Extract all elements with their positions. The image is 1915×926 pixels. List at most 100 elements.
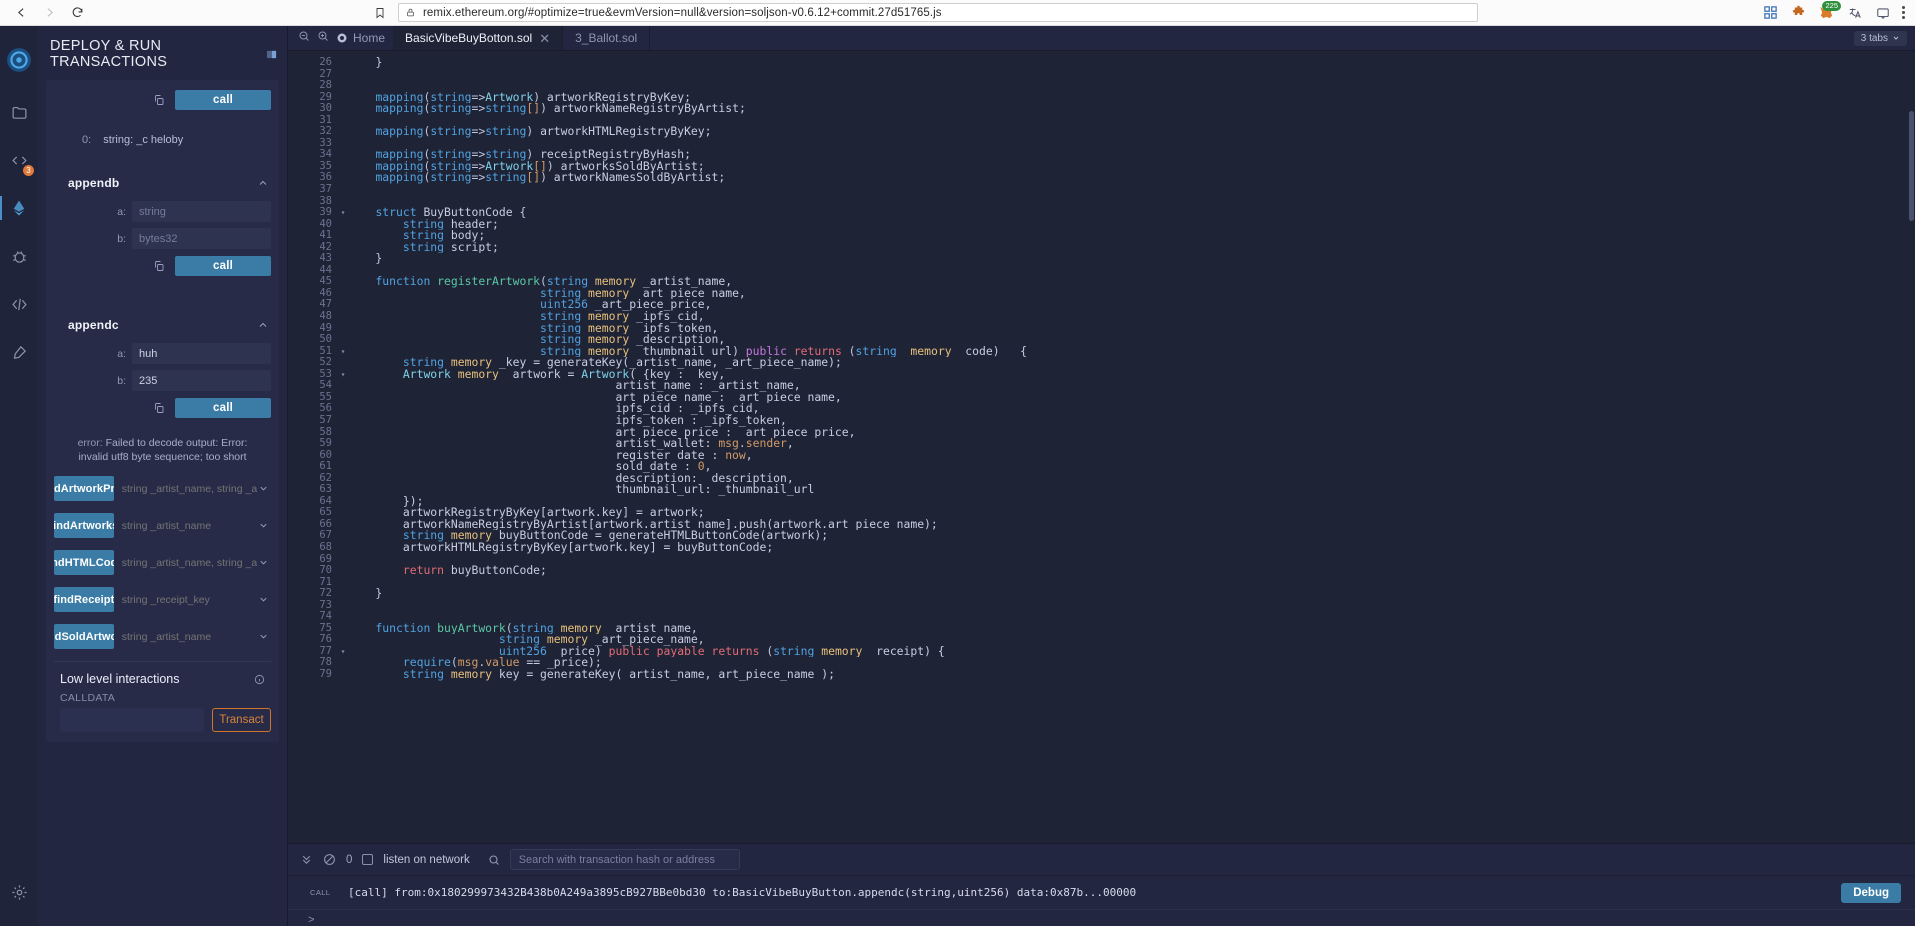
line-number: 39 <box>319 206 332 219</box>
list-item: findArtworkPri... <box>54 476 271 501</box>
fold-arrow-icon[interactable]: ▾ <box>338 646 348 658</box>
error-label: error: <box>77 437 103 449</box>
chevron-down-icon[interactable] <box>257 483 271 494</box>
listen-on-network-checkbox[interactable] <box>362 854 374 865</box>
debugger-icon[interactable] <box>0 232 38 280</box>
chevron-down-icon <box>1893 36 1899 40</box>
fold-arrow-icon[interactable]: ▾ <box>338 207 348 219</box>
tab-3_Ballot[interactable]: 3_Ballot.sol <box>563 26 651 50</box>
remix-logo-icon[interactable] <box>0 32 38 88</box>
line-number: 61 <box>319 460 332 473</box>
panel-layout-icon[interactable] <box>266 49 277 60</box>
solidity-compiler-icon[interactable]: 3 <box>0 136 38 184</box>
log-message: [call] from:0x180299973432B438b0A249a389… <box>348 886 1137 899</box>
code-text: string header; <box>402 218 499 231</box>
call-button[interactable]: call <box>175 256 271 276</box>
code-line: 53 ▾ Artwork memory artwork = Artwork( {k… <box>304 368 1915 381</box>
call-button[interactable]: call <box>175 90 271 110</box>
call-button[interactable]: call <box>175 398 271 418</box>
ban-circle-icon[interactable] <box>323 853 336 866</box>
chevrons-down-icon[interactable] <box>300 853 313 866</box>
function-header-appendb[interactable]: appendb <box>54 168 271 198</box>
function-header-appendc[interactable]: appendc <box>54 282 271 340</box>
code-line: 40 string header; <box>304 218 1915 231</box>
args-input-findHTMLCode[interactable] <box>113 550 257 575</box>
fold-arrow-icon[interactable]: ▾ <box>338 346 348 358</box>
call-findArtworks-button[interactable]: findArtworks <box>54 513 114 538</box>
forward-arrow-icon[interactable] <box>36 2 62 24</box>
zoom-out-icon[interactable] <box>298 29 310 47</box>
args-input-findSoldArtworks[interactable] <box>113 624 257 649</box>
code-line: 57 ipfs_token : _ipfs_token, <box>304 414 1915 427</box>
menu-kebab-icon[interactable] <box>1902 6 1905 19</box>
code-text: string memory _art_piece_name, <box>540 287 746 300</box>
editor-scrollbar[interactable] <box>1909 111 1914 221</box>
translate-icon[interactable] <box>1846 4 1863 21</box>
param-input-appendc-b[interactable] <box>132 370 271 391</box>
search-icon[interactable] <box>488 854 500 866</box>
chevron-down-icon[interactable] <box>257 631 271 642</box>
transact-button[interactable]: Transact <box>212 708 271 732</box>
metamask-fox-icon[interactable]: 225 <box>1818 1 1841 21</box>
call-findHTMLCode-button[interactable]: findHTMLCode <box>54 550 114 575</box>
editor-tabbar: Home BasicVibeBuyBotton.sol ✕ 3_Ballot.s… <box>288 26 1915 51</box>
line-number: 26 <box>319 56 332 68</box>
chevron-down-icon[interactable] <box>257 594 271 605</box>
args-input-findArtworkPrice[interactable] <box>113 476 257 501</box>
grid-extension-icon[interactable] <box>1762 4 1779 21</box>
copy-icon[interactable] <box>153 260 165 272</box>
chevron-up-icon[interactable] <box>257 177 269 189</box>
call-row-appendb: call <box>54 252 271 282</box>
calldata-input[interactable] <box>60 708 204 732</box>
table-row[interactable]: CALL [call] from:0x180299973432B438b0A24… <box>288 876 1915 910</box>
tabs-count-dropdown[interactable]: 3 tabs <box>1853 30 1907 46</box>
plugin-manager-icon[interactable] <box>0 280 38 328</box>
gear-icon[interactable] <box>0 868 38 916</box>
puzzle-extension-icon[interactable] <box>1790 4 1807 21</box>
code-editor[interactable]: 26 } 27 28 29 mapping(string=>Artwork) artw… <box>288 51 1915 843</box>
chevron-down-icon[interactable] <box>257 557 271 568</box>
back-arrow-icon[interactable] <box>8 2 34 24</box>
tabs-count-label: 3 tabs <box>1860 32 1888 44</box>
param-input-appendb-b[interactable] <box>132 228 271 249</box>
code-line: 63 thumbnail_url: _thumbnail_url <box>304 484 1915 496</box>
code-line: 70 return buyButtonCode; <box>304 565 1915 577</box>
code-line: 46 string memory _art_piece_name, <box>304 287 1915 300</box>
args-input-findArtworks[interactable] <box>113 513 257 538</box>
param-input-appendb-a[interactable] <box>132 201 271 222</box>
analysis-icon[interactable] <box>0 328 38 376</box>
code-lines[interactable]: 26 } 27 28 29 mapping(string=>Artwork) artw… <box>304 51 1915 843</box>
close-icon[interactable]: ✕ <box>539 32 550 45</box>
zoom-in-icon[interactable] <box>317 29 329 47</box>
function-name: appendb <box>68 176 120 190</box>
bookmark-icon[interactable] <box>374 7 386 19</box>
param-row-appendb-b: b: <box>54 225 271 252</box>
editor-zoom-controls: Home <box>288 26 393 50</box>
transaction-search-input[interactable] <box>509 849 740 870</box>
debug-button[interactable]: Debug <box>1841 882 1901 903</box>
call-findSoldArtworks-button[interactable]: findSoldArtwo... <box>54 624 114 649</box>
sidebar-item-deploy-run[interactable] <box>0 184 38 232</box>
param-label: b: <box>117 232 126 245</box>
chevron-down-icon[interactable] <box>257 520 271 531</box>
tab-BasicVibeBuyBotton[interactable]: BasicVibeBuyBotton.sol ✕ <box>393 26 564 50</box>
tab-label: BasicVibeBuyBotton.sol <box>405 31 533 45</box>
cast-icon[interactable] <box>1874 4 1891 21</box>
param-input-appendc-a[interactable] <box>132 343 271 364</box>
terminal-prompt[interactable]: > <box>288 910 1915 926</box>
copy-icon[interactable] <box>153 402 165 414</box>
info-icon[interactable] <box>254 674 265 685</box>
file-explorer-icon[interactable] <box>0 88 38 136</box>
call-findArtworkPrice-button[interactable]: findArtworkPri... <box>54 476 114 501</box>
code-line: 60 register_date : now, <box>304 449 1915 462</box>
url-bar[interactable]: remix.ethereum.org/#optimize=true&evmVer… <box>398 3 1478 22</box>
address-area: remix.ethereum.org/#optimize=true&evmVer… <box>90 3 1762 22</box>
reload-icon[interactable] <box>64 2 90 24</box>
fold-arrow-icon[interactable]: ▾ <box>338 369 348 381</box>
copy-icon[interactable] <box>153 94 165 106</box>
args-input-findReceipt[interactable] <box>113 587 257 612</box>
call-findReceipt-button[interactable]: findReceipt <box>54 587 114 612</box>
home-tab[interactable]: Home <box>336 31 385 45</box>
chevron-up-icon[interactable] <box>257 319 269 331</box>
code-text: ipfs_cid : _ipfs_cid, <box>348 403 760 415</box>
